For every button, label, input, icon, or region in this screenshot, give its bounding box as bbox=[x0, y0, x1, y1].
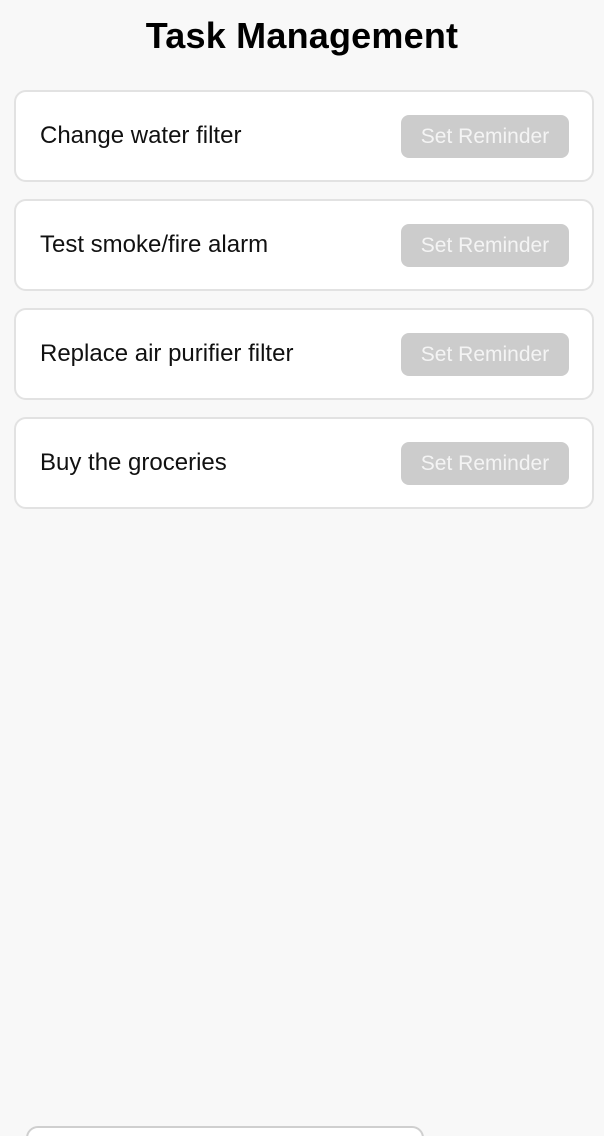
task-card: Change water filter Set Reminder bbox=[14, 90, 594, 182]
page-title: Task Management bbox=[145, 15, 459, 56]
task-list: Change water filter Set Reminder Test sm… bbox=[14, 90, 594, 526]
task-card: Replace air purifier filter Set Reminder bbox=[14, 308, 594, 400]
set-reminder-button[interactable]: Set Reminder bbox=[401, 332, 569, 376]
new-task-input[interactable] bbox=[26, 1126, 424, 1136]
set-reminder-button[interactable]: Set Reminder bbox=[401, 114, 569, 158]
task-label: Replace air purifier filter bbox=[40, 340, 294, 367]
task-label: Test smoke/fire alarm bbox=[40, 231, 269, 258]
task-management-screen: Task Management Change water filter Set … bbox=[0, 0, 604, 1136]
task-label: Buy the groceries bbox=[40, 449, 227, 476]
task-label: Change water filter bbox=[40, 122, 242, 149]
set-reminder-button[interactable]: Set Reminder bbox=[401, 441, 569, 485]
set-reminder-button[interactable]: Set Reminder bbox=[401, 223, 569, 267]
task-card: Buy the groceries Set Reminder bbox=[14, 417, 594, 509]
task-card: Test smoke/fire alarm Set Reminder bbox=[14, 199, 594, 291]
